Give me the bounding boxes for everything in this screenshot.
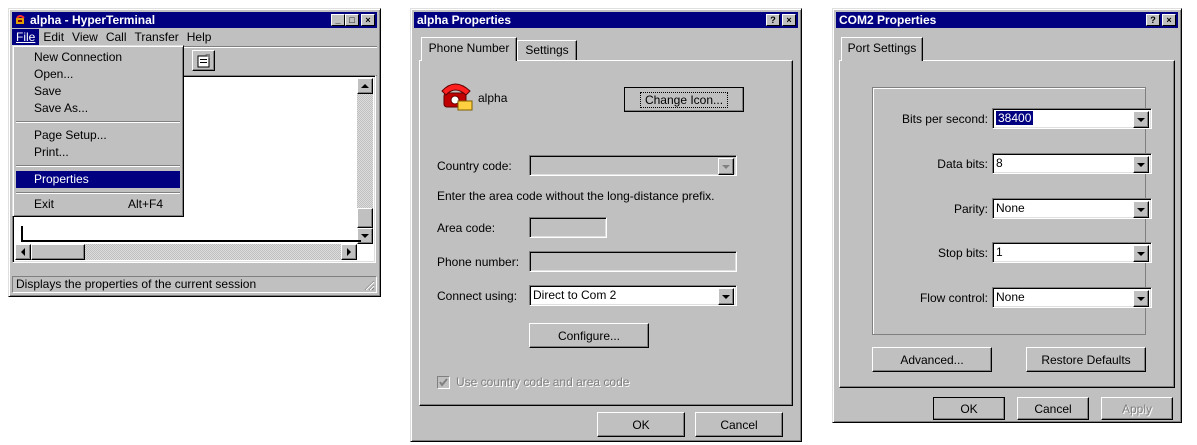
- menu-item-new-connection[interactable]: New Connection: [16, 49, 180, 66]
- menu-view[interactable]: View: [68, 29, 102, 45]
- menu-bar: File Edit View Call Transfer Help: [12, 29, 377, 45]
- data-bits-dropdown[interactable]: 8: [992, 153, 1152, 174]
- flow-control-dropdown[interactable]: None: [992, 287, 1152, 308]
- menu-separator: [16, 192, 180, 194]
- com2-properties-title-bar[interactable]: COM2 Properties ? ×: [836, 12, 1178, 28]
- horizontal-scroll-thumb[interactable]: [31, 244, 85, 260]
- help-button[interactable]: ?: [1146, 14, 1160, 26]
- dropdown-arrow-icon[interactable]: [718, 288, 734, 305]
- maximize-button[interactable]: □: [345, 14, 359, 26]
- ok-button[interactable]: OK: [597, 412, 685, 437]
- menu-item-print[interactable]: Print...: [16, 144, 180, 161]
- close-button[interactable]: ×: [361, 14, 375, 26]
- file-menu: New Connection Open... Save Save As... P…: [12, 45, 184, 217]
- menu-separator: [16, 121, 180, 123]
- use-country-code-checkbox[interactable]: Use country code and area code: [437, 375, 629, 389]
- restore-defaults-button[interactable]: Restore Defaults: [1026, 347, 1146, 372]
- minimize-button[interactable]: _: [331, 14, 345, 26]
- com2-properties-dialog: COM2 Properties ? × Port Settings Bits p…: [832, 8, 1182, 423]
- stop-bits-label: Stop bits:: [937, 246, 988, 260]
- alpha-properties-title-bar[interactable]: alpha Properties ? ×: [414, 12, 798, 28]
- phone-number-field[interactable]: [529, 251, 737, 272]
- horizontal-scrollbar[interactable]: [15, 244, 357, 260]
- area-code-label: Area code:: [437, 221, 496, 235]
- scroll-right-button[interactable]: [341, 244, 357, 260]
- dropdown-arrow-icon[interactable]: [718, 158, 734, 175]
- dropdown-arrow-icon[interactable]: [1133, 201, 1149, 218]
- checkmark-icon: [439, 377, 448, 387]
- country-code-dropdown[interactable]: [529, 155, 737, 176]
- menu-item-exit[interactable]: Exit Alt+F4: [16, 196, 180, 213]
- close-button[interactable]: ×: [782, 14, 796, 26]
- tab-settings[interactable]: Settings: [517, 40, 577, 60]
- menu-item-page-setup[interactable]: Page Setup...: [16, 127, 180, 144]
- properties-toolbar-button[interactable]: [192, 50, 215, 71]
- exit-shortcut: Alt+F4: [128, 197, 164, 211]
- country-code-label: Country code:: [437, 159, 512, 173]
- parity-label: Parity:: [953, 202, 988, 216]
- phone-number-label: Phone number:: [437, 255, 520, 269]
- properties-icon: [197, 53, 210, 67]
- resize-grip-icon[interactable]: [363, 279, 375, 291]
- connect-using-label: Connect using:: [437, 289, 518, 303]
- vertical-scroll-thumb[interactable]: [357, 208, 373, 228]
- status-bar: Displays the properties of the current s…: [12, 276, 377, 293]
- configure-button[interactable]: Configure...: [529, 323, 649, 348]
- vertical-scrollbar[interactable]: [357, 78, 373, 244]
- stop-bits-dropdown[interactable]: 1: [992, 242, 1152, 263]
- menu-item-properties[interactable]: Properties: [16, 171, 180, 188]
- hyperterminal-app-icon: [15, 14, 27, 26]
- apply-button[interactable]: Apply: [1101, 397, 1173, 420]
- flow-control-label: Flow control:: [919, 291, 988, 305]
- hyperterminal-window: alpha - HyperTerminal _ □ × File Edit Vi…: [8, 8, 381, 297]
- advanced-button[interactable]: Advanced...: [872, 347, 992, 372]
- dropdown-arrow-icon[interactable]: [1133, 290, 1149, 307]
- scroll-up-button[interactable]: [357, 78, 373, 94]
- terminal-inner-frame: [21, 226, 361, 242]
- hyperterminal-title-bar[interactable]: alpha - HyperTerminal _ □ ×: [12, 12, 377, 28]
- phone-number-panel: alpha Change Icon... Country code: Enter…: [419, 60, 793, 406]
- tab-port-settings[interactable]: Port Settings: [841, 37, 923, 61]
- use-country-code-label: Use country code and area code: [456, 375, 630, 389]
- ok-button[interactable]: OK: [933, 397, 1005, 420]
- status-text: Displays the properties of the current s…: [16, 277, 257, 291]
- cancel-button[interactable]: Cancel: [695, 412, 783, 437]
- area-code-hint: Enter the area code without the long-dis…: [437, 189, 715, 203]
- dropdown-arrow-icon[interactable]: [1133, 156, 1149, 173]
- alpha-properties-dialog: alpha Properties ? × Phone Number Settin…: [410, 8, 802, 442]
- menu-help[interactable]: Help: [183, 29, 216, 45]
- cancel-button[interactable]: Cancel: [1017, 397, 1089, 420]
- scroll-left-button[interactable]: [15, 244, 31, 260]
- bits-per-second-value: 38400: [996, 111, 1034, 125]
- checkbox-box[interactable]: [437, 375, 450, 389]
- bits-per-second-dropdown[interactable]: 38400: [992, 108, 1152, 129]
- parity-dropdown[interactable]: None: [992, 198, 1152, 219]
- close-button[interactable]: ×: [1162, 14, 1176, 26]
- connection-name: alpha: [478, 91, 508, 105]
- menu-item-save[interactable]: Save: [16, 83, 180, 100]
- tab-phone-number[interactable]: Phone Number: [421, 37, 517, 61]
- dropdown-arrow-icon[interactable]: [1133, 111, 1149, 128]
- connect-using-dropdown[interactable]: Direct to Com 2: [529, 285, 737, 306]
- red-telephone-icon: [441, 83, 473, 111]
- menu-separator: [16, 165, 180, 167]
- port-settings-panel: Bits per second: 38400 Data bits: 8 Pari…: [839, 60, 1175, 388]
- alpha-properties-title: alpha Properties: [417, 13, 512, 27]
- bits-per-second-label: Bits per second:: [901, 112, 988, 126]
- data-bits-label: Data bits:: [937, 157, 988, 171]
- menu-item-open[interactable]: Open...: [16, 66, 180, 83]
- menu-item-save-as[interactable]: Save As...: [16, 100, 180, 117]
- menu-edit[interactable]: Edit: [39, 29, 68, 45]
- dropdown-arrow-icon[interactable]: [1133, 245, 1149, 262]
- help-button[interactable]: ?: [766, 14, 780, 26]
- change-icon-button[interactable]: Change Icon...: [624, 87, 744, 112]
- area-code-field[interactable]: [529, 217, 607, 238]
- menu-transfer[interactable]: Transfer: [131, 29, 183, 45]
- menu-call[interactable]: Call: [102, 29, 131, 45]
- com2-properties-title: COM2 Properties: [839, 13, 937, 27]
- hyperterminal-title: alpha - HyperTerminal: [30, 13, 156, 27]
- menu-file[interactable]: File: [12, 29, 40, 45]
